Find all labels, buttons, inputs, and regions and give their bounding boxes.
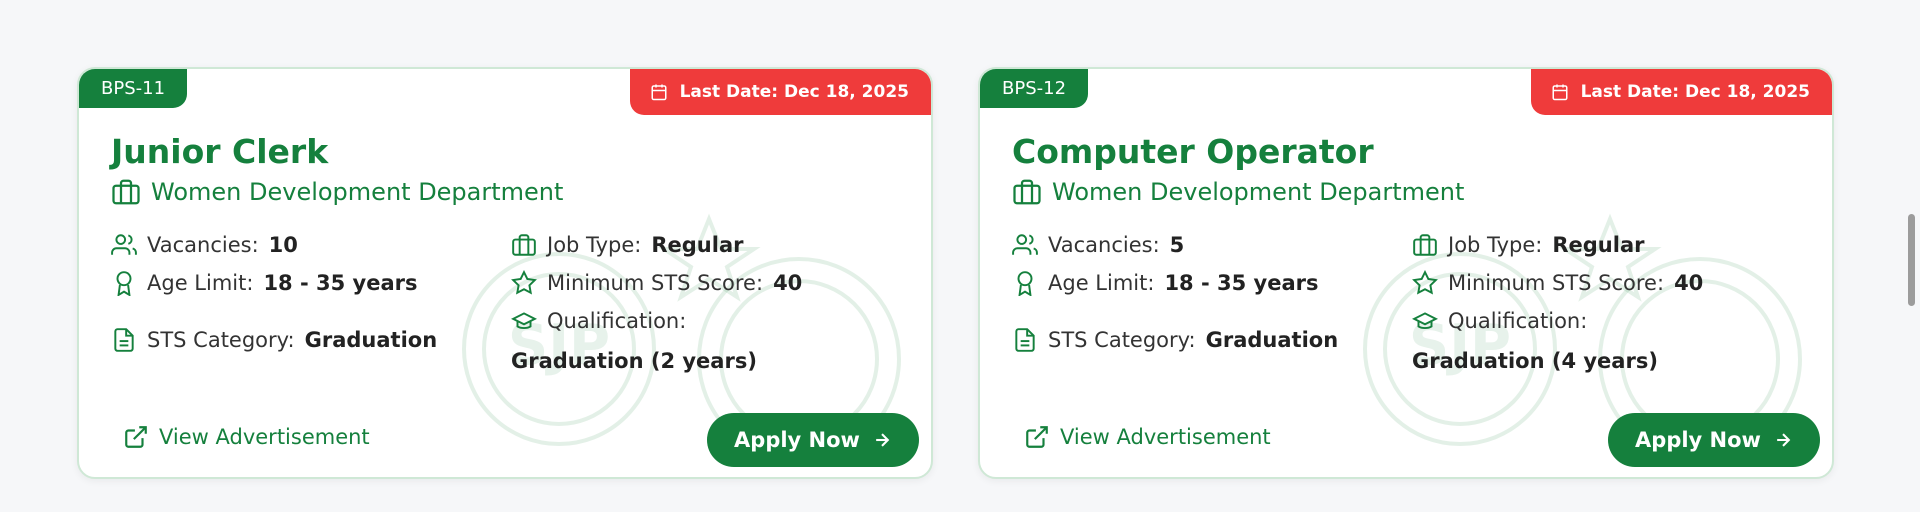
department-name: Women Development Department: [151, 178, 564, 206]
star-icon: [1412, 270, 1438, 295]
qualification-value: Graduation (2 years): [511, 349, 757, 373]
scrollbar-thumb[interactable]: [1908, 214, 1915, 306]
view-advertisement-link[interactable]: View Advertisement: [1024, 424, 1271, 450]
department-name: Women Development Department: [1052, 178, 1465, 206]
sts-category-label: STS Category:: [147, 328, 295, 352]
job-title: Junior Clerk: [111, 132, 329, 171]
qualification: Qualification:: [511, 308, 686, 334]
job-type: Job Type: Regular: [511, 232, 743, 258]
briefcase-icon: [112, 179, 140, 205]
apply-now-button[interactable]: Apply Now: [1608, 413, 1820, 467]
apply-now-label: Apply Now: [734, 428, 860, 452]
job-card-list: SJP BPS-11 Last Date: Dec 18, 2025 Junio…: [77, 67, 1834, 479]
view-advertisement-link[interactable]: View Advertisement: [123, 424, 370, 450]
job-type: Job Type: Regular: [1412, 232, 1644, 258]
bps-badge: BPS-11: [79, 69, 188, 108]
external-link-icon: [125, 426, 147, 448]
graduation-cap-icon: [511, 312, 537, 330]
users-icon: [1012, 234, 1038, 255]
page: SJP BPS-11 Last Date: Dec 18, 2025 Junio…: [0, 0, 1920, 512]
minimum-sts-score-value: 40: [773, 271, 803, 295]
qualification-label: Qualification:: [1448, 309, 1588, 333]
arrow-right-icon: [1777, 433, 1791, 447]
briefcase-icon: [1013, 179, 1041, 205]
job-type-label: Job Type:: [547, 233, 642, 257]
vacancies: Vacancies: 5: [1012, 232, 1184, 258]
age-limit: Age Limit: 18 - 35 years: [1012, 270, 1319, 296]
external-link-icon: [1026, 426, 1048, 448]
vacancies-label: Vacancies:: [1048, 233, 1160, 257]
arrow-right-icon: [876, 433, 890, 447]
job-title: Computer Operator: [1012, 132, 1374, 171]
age-limit-label: Age Limit:: [1048, 271, 1155, 295]
job-type-label: Job Type:: [1448, 233, 1543, 257]
last-date-badge: Last Date: Dec 18, 2025: [629, 69, 931, 115]
sts-category: STS Category: Graduation: [111, 327, 437, 353]
document-icon: [114, 328, 134, 352]
users-icon: [111, 234, 137, 255]
qualification-value: Graduation (4 years): [1412, 349, 1658, 373]
last-date-text: Last Date: Dec 18, 2025: [679, 82, 909, 102]
qualification: Qualification:: [1412, 308, 1587, 334]
bps-badge: BPS-12: [980, 69, 1089, 108]
minimum-sts-score-label: Minimum STS Score:: [1448, 271, 1665, 295]
calendar-icon: [1552, 84, 1568, 101]
view-advertisement-label: View Advertisement: [159, 425, 370, 449]
age-limit-label: Age Limit:: [147, 271, 254, 295]
award-icon: [1017, 271, 1033, 296]
vacancies-label: Vacancies:: [147, 233, 259, 257]
age-limit-value: 18 - 35 years: [1164, 271, 1319, 295]
document-icon: [1015, 328, 1035, 352]
vacancies: Vacancies: 10: [111, 232, 298, 258]
star-icon: [511, 270, 537, 295]
vacancies-value: 5: [1169, 233, 1185, 257]
calendar-icon: [651, 84, 667, 101]
last-date-text: Last Date: Dec 18, 2025: [1580, 82, 1810, 102]
vacancies-value: 10: [268, 233, 298, 257]
award-icon: [116, 271, 132, 296]
sts-category-value: Graduation: [1205, 328, 1339, 352]
age-limit-value: 18 - 35 years: [263, 271, 418, 295]
minimum-sts-score-label: Minimum STS Score:: [547, 271, 764, 295]
view-advertisement-label: View Advertisement: [1060, 425, 1271, 449]
apply-now-button[interactable]: Apply Now: [707, 413, 919, 467]
minimum-sts-score-value: 40: [1674, 271, 1704, 295]
minimum-sts-score: Minimum STS Score: 40: [511, 270, 802, 296]
job-card: SJP BPS-11 Last Date: Dec 18, 2025 Junio…: [77, 67, 933, 479]
qualification-label: Qualification:: [547, 309, 687, 333]
job-type-value: Regular: [651, 233, 744, 257]
sts-category-value: Graduation: [304, 328, 438, 352]
job-card: SJP BPS-12 Last Date: Dec 18, 2025 Compu…: [978, 67, 1834, 479]
briefcase-icon: [512, 234, 536, 256]
briefcase-icon: [1413, 234, 1437, 256]
sts-category-label: STS Category:: [1048, 328, 1196, 352]
age-limit: Age Limit: 18 - 35 years: [111, 270, 418, 296]
department: Women Development Department: [111, 177, 563, 207]
graduation-cap-icon: [1412, 312, 1438, 330]
job-type-value: Regular: [1552, 233, 1645, 257]
minimum-sts-score: Minimum STS Score: 40: [1412, 270, 1703, 296]
department: Women Development Department: [1012, 177, 1464, 207]
last-date-badge: Last Date: Dec 18, 2025: [1530, 69, 1832, 115]
apply-now-label: Apply Now: [1635, 428, 1761, 452]
sts-category: STS Category: Graduation: [1012, 327, 1338, 353]
